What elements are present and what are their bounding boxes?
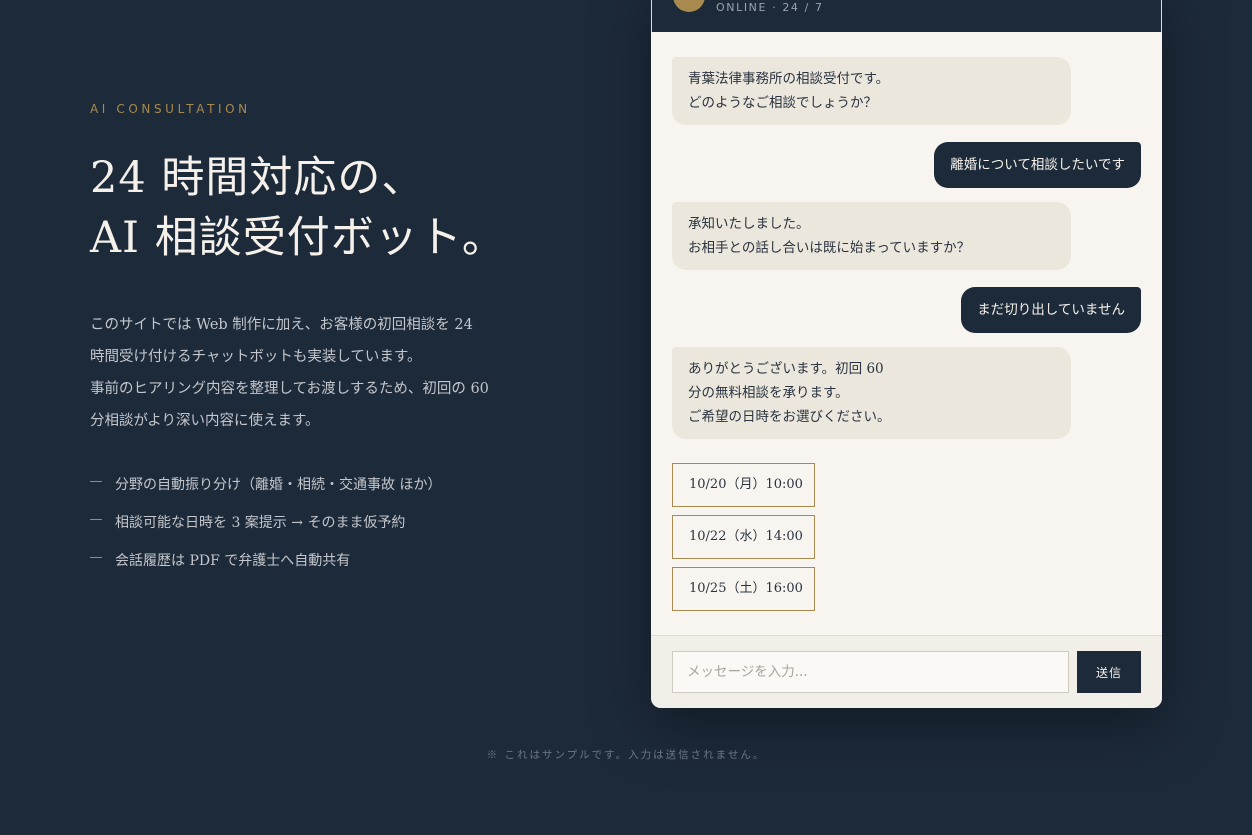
chat-widget: AI ONLINE · 24 / 7 青葉法律事務所の相談受付です。 どのような… — [651, 0, 1162, 708]
chat-input-bar: 送信 — [651, 635, 1162, 708]
send-button[interactable]: 送信 — [1077, 651, 1141, 693]
dash-icon — [90, 556, 102, 558]
avatar: AI — [673, 0, 705, 12]
headline-line: 24 時間対応の、 — [90, 153, 426, 203]
online-status: ONLINE · 24 / 7 — [716, 1, 824, 14]
lead-line: 事前のヒアリング内容を整理してお渡しするため、初回の 60 — [90, 381, 489, 397]
bot-message: ありがとうございます。初回 60 分の無料相談を承ります。 ご希望の日時をお選び… — [672, 347, 1071, 439]
page-title: 24 時間対応の、 AI 相談受付ボット。 — [90, 148, 570, 268]
feature-text: 相談可能な日時を 3 案提示 → そのまま仮予約 — [115, 515, 406, 531]
lead-line: このサイトでは Web 制作に加え、お客様の初回相談を 24 — [90, 317, 473, 333]
headline-line: AI 相談受付ボット。 — [90, 213, 506, 263]
message-line: お相手との話し合いは既に始まっていますか？ — [688, 240, 971, 256]
message-line: どのようなご相談でしょうか？ — [688, 95, 877, 111]
message-line: 青葉法律事務所の相談受付です。 — [688, 71, 890, 87]
time-slot-button[interactable]: 10/25（土）16:00 — [672, 567, 815, 611]
lead-line: 分相談がより深い内容に使えます。 — [90, 413, 320, 429]
list-item: 会話履歴は PDF で弁護士へ自動共有 — [90, 541, 441, 579]
user-message: 離婚について相談したいです — [934, 142, 1141, 188]
lead-paragraph: このサイトでは Web 制作に加え、お客様の初回相談を 24 時間受け付けるチャ… — [90, 309, 530, 437]
feature-text: 会話履歴は PDF で弁護士へ自動共有 — [115, 553, 351, 569]
feature-list: 分野の自動振り分け（離婚・相続・交通事故 ほか） 相談可能な日時を 3 案提示 … — [90, 465, 441, 579]
disclaimer-note: ※ これはサンプルです。入力は送信されません。 — [486, 749, 766, 761]
message-line: 離婚について相談したいです — [950, 157, 1125, 173]
chat-header: AI ONLINE · 24 / 7 — [651, 0, 1162, 32]
list-item: 分野の自動振り分け（離婚・相続・交通事故 ほか） — [90, 465, 441, 503]
bot-message: 青葉法律事務所の相談受付です。 どのようなご相談でしょうか？ — [672, 57, 1071, 125]
dash-icon — [90, 518, 102, 520]
message-input[interactable] — [672, 651, 1069, 693]
user-message: まだ切り出していません — [961, 287, 1141, 333]
eyebrow-label: AI CONSULTATION — [90, 102, 251, 116]
list-item: 相談可能な日時を 3 案提示 → そのまま仮予約 — [90, 503, 441, 541]
message-line: 承知いたしました。 — [688, 216, 810, 232]
time-slot-button[interactable]: 10/22（水）14:00 — [672, 515, 815, 559]
lead-line: 時間受け付けるチャットボットも実装しています。 — [90, 349, 422, 365]
message-line: ご希望の日時をお選びください。 — [688, 409, 891, 425]
message-line: 分の無料相談を承ります。 — [688, 385, 849, 401]
message-line: まだ切り出していません — [977, 302, 1125, 318]
dash-icon — [90, 480, 102, 482]
bot-message: 承知いたしました。 お相手との話し合いは既に始まっていますか？ — [672, 202, 1071, 270]
message-list[interactable]: 青葉法律事務所の相談受付です。 どのようなご相談でしょうか？ 離婚について相談し… — [651, 32, 1162, 635]
feature-text: 分野の自動振り分け（離婚・相続・交通事故 ほか） — [115, 477, 442, 493]
time-slot-button[interactable]: 10/20（月）10:00 — [672, 463, 815, 507]
message-line: ありがとうございます。初回 60 — [688, 361, 884, 377]
